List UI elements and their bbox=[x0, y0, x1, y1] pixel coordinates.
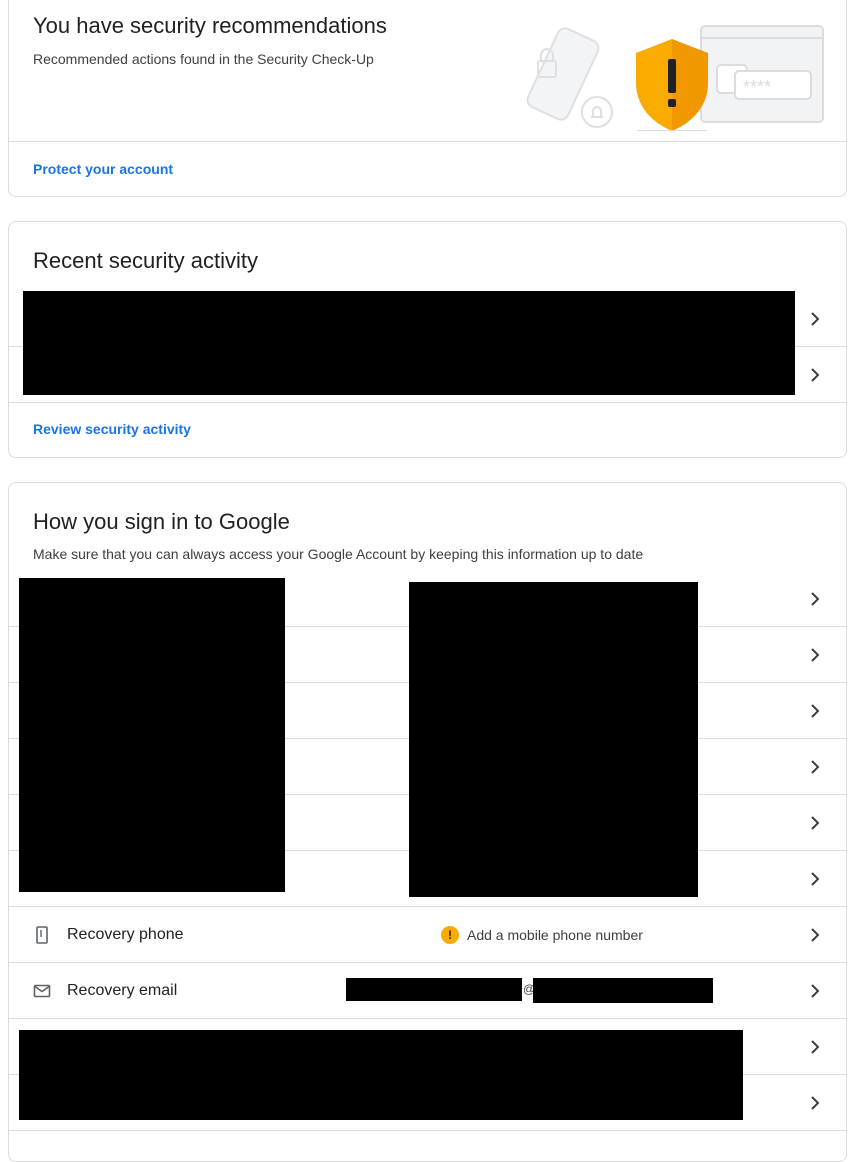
chevron-right-icon bbox=[811, 983, 820, 998]
recent-activity-title: Recent security activity bbox=[33, 248, 258, 273]
phone-lock-icon bbox=[526, 27, 613, 128]
recovery-email-label: Recovery email bbox=[67, 981, 178, 999]
recommendations-subtitle: Recommended actions found in the Securit… bbox=[33, 51, 374, 67]
chevron-right-icon bbox=[811, 647, 820, 662]
recovery-phone-value: ! Add a mobile phone number bbox=[441, 925, 643, 944]
mail-icon bbox=[33, 984, 51, 997]
warning-shield-icon bbox=[636, 39, 708, 131]
phone-icon bbox=[36, 925, 48, 944]
chevron-right-icon bbox=[811, 311, 820, 326]
redacted-email-local bbox=[346, 978, 522, 1001]
chevron-right-icon bbox=[811, 759, 820, 774]
protect-account-link[interactable]: Protect your account bbox=[33, 161, 173, 177]
redacted-sign-in-values bbox=[409, 582, 698, 897]
security-illustration: **** bbox=[526, 25, 824, 131]
chevron-right-icon bbox=[811, 1039, 820, 1054]
recovery-email-row[interactable]: Recovery email @ bbox=[9, 963, 846, 1019]
sign-in-card: How you sign in to Google Make sure that… bbox=[8, 482, 847, 1162]
chevron-right-icon bbox=[811, 871, 820, 886]
redacted-activity bbox=[23, 291, 795, 395]
password-window-icon: **** bbox=[700, 25, 824, 123]
redacted-email-domain bbox=[533, 978, 713, 1003]
recovery-phone-row[interactable]: Recovery phone ! Add a mobile phone numb… bbox=[9, 907, 846, 963]
redacted-bottom-rows bbox=[19, 1030, 743, 1120]
sign-in-title: How you sign in to Google bbox=[33, 509, 290, 534]
redacted-sign-in-labels bbox=[19, 578, 285, 892]
chevron-right-icon bbox=[811, 591, 820, 606]
recovery-phone-text: Add a mobile phone number bbox=[467, 926, 643, 943]
chevron-right-icon bbox=[811, 1095, 820, 1110]
chevron-right-icon bbox=[811, 367, 820, 382]
chevron-right-icon bbox=[811, 815, 820, 830]
chevron-right-icon bbox=[811, 703, 820, 718]
recommendations-title: You have security recommendations bbox=[33, 13, 387, 38]
sign-in-subtitle: Make sure that you can always access you… bbox=[33, 546, 644, 562]
svg-text:****: **** bbox=[743, 77, 771, 97]
security-recommendations-card: You have security recommendations Recomm… bbox=[8, 0, 847, 197]
warning-icon: ! bbox=[441, 925, 459, 944]
recent-activity-card: Recent security activity Review security… bbox=[8, 221, 847, 458]
review-activity-link[interactable]: Review security activity bbox=[33, 421, 191, 437]
recovery-phone-label: Recovery phone bbox=[67, 925, 184, 943]
recommendations-divider bbox=[9, 141, 846, 142]
chevron-right-icon bbox=[811, 927, 820, 942]
